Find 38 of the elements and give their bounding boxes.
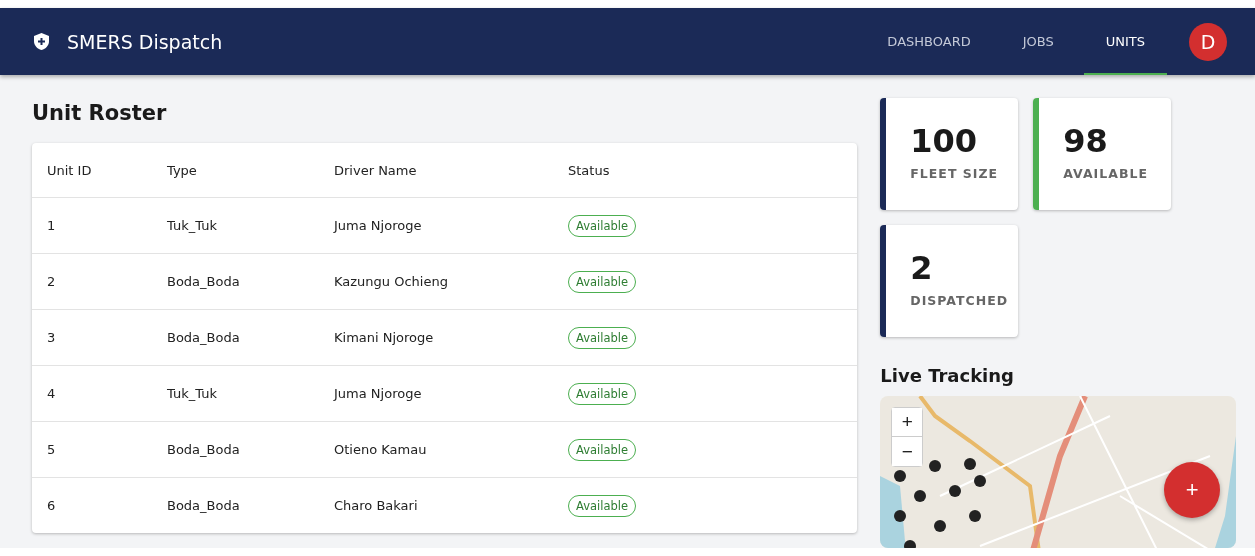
table-cell-text: 1 (47, 218, 57, 233)
section-title: Live Tracking (880, 365, 1015, 386)
table-cell-text: Juma Njoroge (334, 218, 423, 233)
map-view[interactable]: + − + (880, 396, 1236, 548)
column-header: Type (167, 162, 198, 178)
stat-value: 2 (910, 249, 934, 287)
shield-icon (34, 33, 49, 50)
table-cell-text: Tuk_Tuk (167, 386, 218, 401)
stat-label: FLEET SIZE (910, 166, 998, 181)
table-cell-text: Tuk_Tuk (167, 218, 218, 233)
table-cell-text: Otieno Kamau (334, 442, 428, 457)
stat-label: AVAILABLE (1063, 166, 1148, 181)
section-title: Unit Roster (32, 101, 168, 125)
table-cell-text: Boda_Boda (167, 442, 241, 457)
stat-value: 100 (910, 122, 979, 160)
nav-tab[interactable]: JOBS (1000, 8, 1076, 75)
nav-tab[interactable]: DASHBOARD (865, 8, 993, 75)
zoom-in-button[interactable]: + (892, 408, 923, 437)
table-cell-text: 3 (47, 330, 57, 345)
table-cell-text: Kimani Njoroge (334, 330, 435, 345)
table-cell-text: 6 (47, 498, 57, 513)
table-cell-text: Boda_Boda (167, 498, 241, 513)
stat-value: 98 (1063, 122, 1109, 160)
table-cell-text: Charo Bakari (334, 498, 419, 513)
table-cell-text: Kazungu Ochieng (334, 274, 449, 289)
table-cell-text: 5 (47, 442, 57, 457)
table-cell-text: 2 (47, 274, 57, 289)
add-button[interactable]: + (1164, 462, 1221, 518)
column-header: Driver Name (334, 162, 418, 178)
column-header: Unit ID (47, 162, 93, 178)
table-cell-text: 4 (47, 386, 57, 401)
column-header: Status (568, 162, 611, 178)
app-title: SMERS Dispatch (67, 30, 224, 53)
table-cell-text: Juma Njoroge (334, 386, 423, 401)
table-cell-text: Boda_Boda (167, 274, 241, 289)
stat-label: DISPATCHED (910, 293, 1009, 308)
table-cell-text: Boda_Boda (167, 330, 241, 345)
user-avatar[interactable]: D (1189, 22, 1227, 61)
